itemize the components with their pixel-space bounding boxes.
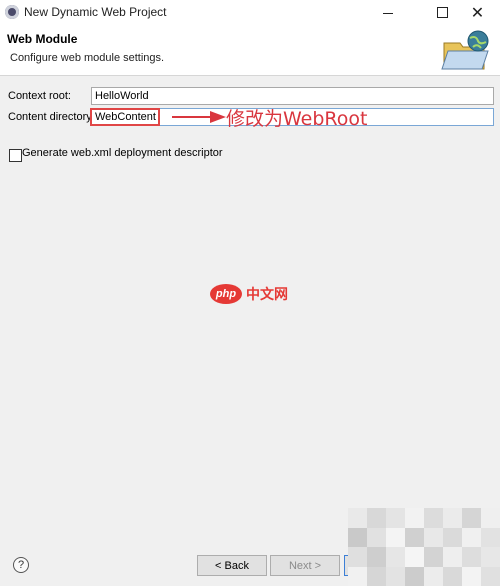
next-button[interactable]: Next >	[270, 555, 340, 576]
web-project-banner-icon	[441, 30, 489, 70]
maximize-icon	[437, 7, 448, 18]
php-logo: php	[210, 284, 242, 304]
minimize-button[interactable]	[365, 0, 410, 25]
back-button[interactable]: < Back	[197, 555, 267, 576]
close-button[interactable]: ✕	[455, 0, 500, 25]
context-root-input[interactable]: HelloWorld	[91, 87, 494, 105]
minimize-icon	[382, 13, 393, 14]
page-title: Web Module	[7, 32, 78, 46]
annotation-arrow	[172, 111, 226, 123]
pixelated-area	[348, 508, 500, 586]
wizard-banner: Web Module Configure web module settings…	[0, 25, 500, 76]
watermark-text: 中文网	[246, 287, 288, 303]
eclipse-icon	[5, 5, 19, 19]
page-description: Configure web module settings.	[10, 52, 165, 64]
highlight-box	[90, 108, 160, 126]
watermark: php 中文网	[210, 284, 288, 304]
generate-descriptor-checkbox[interactable]	[9, 149, 22, 162]
context-root-label: Context root:	[8, 90, 71, 102]
dialog-window: New Dynamic Web Project ✕ Web Module Con…	[0, 0, 500, 586]
window-title: New Dynamic Web Project	[24, 5, 167, 19]
content-directory-label: Content directory:	[8, 111, 95, 123]
close-icon: ✕	[470, 4, 485, 22]
help-icon[interactable]: ?	[13, 557, 29, 573]
title-bar: New Dynamic Web Project ✕	[0, 0, 500, 26]
annotation-text: 修改为WebRoot	[226, 108, 368, 130]
generate-descriptor-label[interactable]: Generate web.xml deployment descriptor	[22, 147, 223, 159]
